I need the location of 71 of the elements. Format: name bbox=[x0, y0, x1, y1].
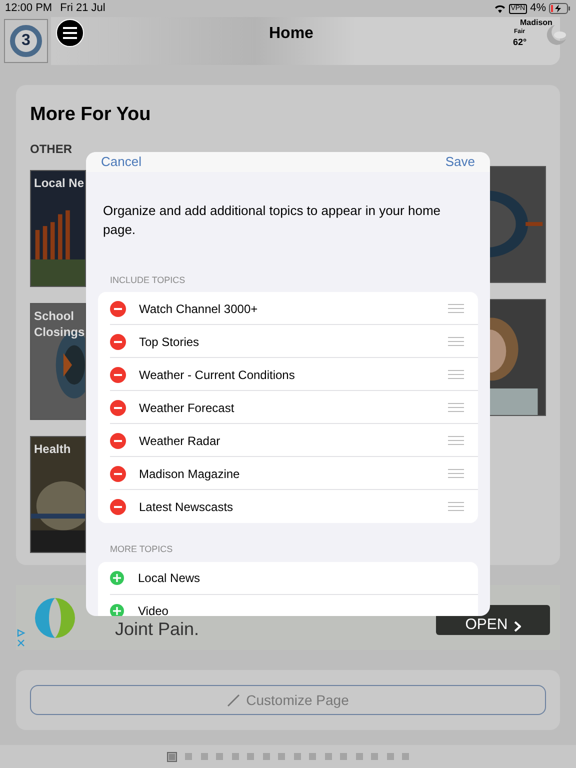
save-button[interactable]: Save bbox=[445, 152, 475, 172]
topic-tile[interactable]: Local Ne bbox=[30, 170, 86, 286]
battery-percent: 4% bbox=[530, 1, 546, 16]
remove-icon[interactable] bbox=[110, 300, 126, 316]
tile-title: School Closings bbox=[34, 308, 85, 340]
page-indicator[interactable] bbox=[402, 753, 410, 760]
remove-icon[interactable] bbox=[110, 400, 126, 416]
topic-label: Watch Channel 3000+ bbox=[139, 300, 258, 318]
remove-icon[interactable] bbox=[110, 366, 126, 382]
drag-handle-icon[interactable] bbox=[448, 502, 464, 511]
topic-tile[interactable]: Health bbox=[30, 436, 86, 552]
battery-icon bbox=[549, 3, 571, 14]
chevron-right-icon bbox=[514, 621, 521, 632]
topic-tile[interactable]: School Closings bbox=[30, 302, 86, 420]
remove-icon[interactable] bbox=[110, 334, 126, 350]
page-indicator[interactable] bbox=[262, 753, 270, 760]
wifi-icon bbox=[494, 4, 506, 13]
weather-city: Madison bbox=[520, 17, 552, 28]
topic-label: Video bbox=[138, 603, 168, 616]
drag-handle-icon[interactable] bbox=[448, 337, 464, 346]
section-subtitle: OTHER bbox=[30, 140, 73, 158]
section-title: More For You bbox=[30, 103, 152, 127]
page-title: Home bbox=[269, 24, 314, 44]
page-indicator[interactable] bbox=[200, 753, 208, 760]
page-indicator[interactable] bbox=[324, 753, 332, 760]
ad-choices-icon bbox=[16, 628, 26, 648]
weather-temp: 62° bbox=[513, 36, 527, 49]
drag-handle-icon[interactable] bbox=[448, 403, 464, 412]
page-indicator[interactable] bbox=[386, 753, 394, 760]
status-time: 12:00 PM bbox=[5, 1, 52, 16]
page-indicator[interactable] bbox=[185, 753, 192, 760]
logo-text: 3 bbox=[22, 31, 30, 51]
group-header: INCLUDE TOPICS bbox=[109, 274, 186, 286]
remove-icon[interactable] bbox=[110, 498, 126, 514]
topic-label: Weather Radar bbox=[139, 432, 220, 450]
dialog-intro: Organize and add additional topics to appear in your home page. bbox=[102, 202, 442, 239]
menu-button[interactable] bbox=[56, 19, 84, 47]
pencil-icon bbox=[227, 694, 240, 706]
page-indicator[interactable] bbox=[340, 753, 348, 760]
topic-label: Weather Forecast bbox=[139, 400, 234, 416]
page-indicator[interactable] bbox=[294, 753, 301, 760]
drag-handle-icon[interactable] bbox=[448, 304, 464, 313]
page-indicator[interactable] bbox=[356, 753, 363, 760]
tile-title: Health bbox=[34, 440, 72, 456]
add-icon[interactable] bbox=[110, 604, 124, 616]
drag-handle-icon[interactable] bbox=[448, 469, 464, 478]
add-icon[interactable] bbox=[110, 571, 124, 585]
tile-title: Local Ne bbox=[34, 174, 85, 190]
page-indicator[interactable] bbox=[371, 753, 378, 760]
moon-cloud-icon bbox=[546, 25, 566, 45]
page-indicator[interactable] bbox=[247, 753, 254, 760]
status-date: Fri 21 Jul bbox=[60, 1, 106, 16]
drag-handle-icon[interactable] bbox=[448, 436, 464, 445]
page-indicator[interactable] bbox=[166, 752, 177, 762]
page-indicator[interactable] bbox=[216, 753, 224, 760]
remove-icon[interactable] bbox=[110, 432, 126, 448]
topic-label: Local News bbox=[138, 570, 200, 587]
logo[interactable]: 3 bbox=[4, 19, 48, 63]
topic-label: Latest Newscasts bbox=[139, 498, 234, 516]
topic-label: Top Stories bbox=[139, 334, 200, 350]
remove-icon[interactable] bbox=[110, 466, 126, 482]
cancel-button[interactable]: Cancel bbox=[101, 152, 142, 172]
group-header: MORE TOPICS bbox=[109, 543, 174, 556]
ad-text: Joint Pain. bbox=[115, 618, 200, 641]
drag-handle-icon[interactable] bbox=[448, 370, 464, 379]
topic-label: Weather - Current Conditions bbox=[139, 366, 295, 384]
page-indicator[interactable] bbox=[309, 753, 316, 760]
topic-label: Madison Magazine bbox=[139, 466, 240, 482]
page-indicator[interactable] bbox=[232, 753, 239, 760]
knee-logo-icon bbox=[33, 596, 77, 640]
page-indicator[interactable] bbox=[278, 753, 286, 760]
